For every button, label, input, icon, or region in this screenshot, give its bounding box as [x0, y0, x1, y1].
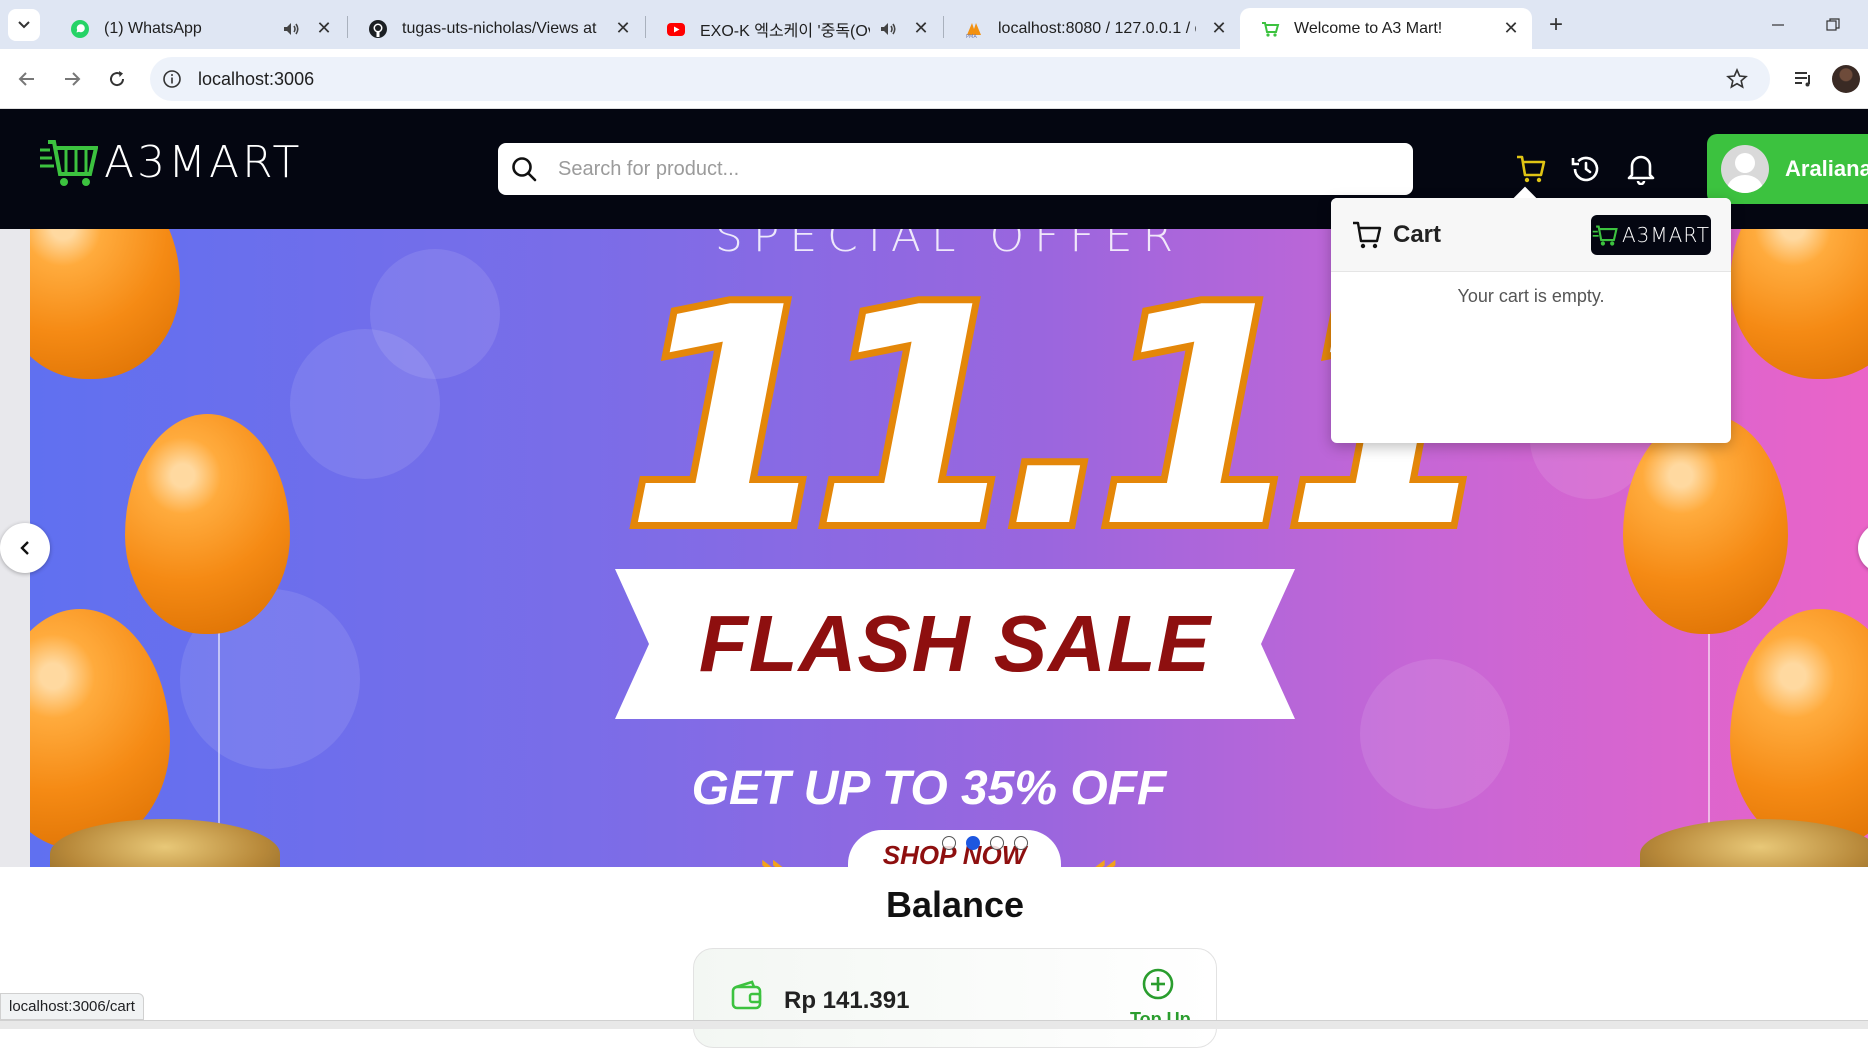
speaker-icon[interactable]: [281, 19, 301, 39]
info-icon[interactable]: [162, 69, 182, 89]
minimize-icon: [1772, 24, 1784, 26]
user-avatar-icon: [1721, 145, 1769, 193]
browser-tab-bar: (1) WhatsApp ✕ tugas-uts-nicholas/Views …: [0, 0, 1868, 49]
balloon-decoration: [1623, 414, 1788, 634]
history-button[interactable]: [1569, 152, 1603, 186]
search-bar: [498, 143, 1413, 195]
banner-headline: FLASH SALE: [698, 599, 1212, 688]
carousel-prev-button[interactable]: [0, 523, 50, 573]
tab-title: localhost:8080 / 127.0.0.1 / dev: [998, 19, 1196, 37]
history-icon: [1571, 156, 1599, 182]
cart-empty-message: Your cart is empty.: [1457, 286, 1605, 306]
user-name: Araliana: [1785, 156, 1868, 181]
url-box[interactable]: localhost:3006: [150, 57, 1770, 101]
tab-title: tugas-uts-nicholas/Views at ara: [402, 19, 600, 37]
carousel-indicators: [942, 836, 1028, 850]
status-bar-url: localhost:3006/cart: [0, 993, 144, 1020]
chevrons-left-icon: «: [1090, 841, 1119, 867]
chevron-left-icon: [20, 541, 29, 555]
cart-title: Cart: [1393, 220, 1442, 248]
cart-logo-text: A3MART: [1621, 223, 1710, 247]
tab-title: (1) WhatsApp: [104, 19, 202, 37]
balance-amount: Rp 141.391: [784, 987, 910, 1014]
balance-heading: Balance: [885, 884, 1025, 925]
wallet-icon: [731, 980, 762, 1010]
close-tab-icon[interactable]: ✕: [612, 18, 634, 39]
bottom-edge: [0, 1020, 1868, 1029]
close-tab-icon[interactable]: ✕: [1208, 18, 1230, 39]
playlist-icon: [1795, 72, 1810, 87]
restore-icon: [1826, 18, 1840, 31]
back-button[interactable]: [11, 63, 43, 95]
user-menu-button[interactable]: Araliana: [1707, 134, 1868, 204]
bell-icon: [1627, 155, 1655, 185]
reload-icon: [110, 71, 125, 87]
forward-button[interactable]: [56, 63, 88, 95]
url-text[interactable]: localhost:3006: [198, 69, 314, 90]
cart-logo-icon: [40, 140, 98, 186]
restore-button[interactable]: [1813, 10, 1853, 40]
profile-avatar: [1832, 65, 1860, 93]
carousel-dot[interactable]: [942, 836, 956, 850]
cart-icon: [1517, 155, 1546, 183]
tab-title: EXO-K 엑소케이 '중독(Over: [700, 22, 870, 40]
whatsapp-icon: [71, 19, 89, 38]
phpmyadmin-icon: PMA: [966, 22, 981, 39]
media-controls-button[interactable]: [1787, 63, 1819, 95]
carousel-dot[interactable]: [1014, 836, 1028, 850]
close-tab-icon[interactable]: ✕: [1500, 18, 1522, 39]
tab-whatsapp[interactable]: (1) WhatsApp ✕: [50, 8, 345, 49]
balance-card: Rp 141.391 Top Up: [693, 948, 1217, 1048]
minimize-button[interactable]: [1758, 10, 1798, 40]
carousel-dot[interactable]: [990, 836, 1004, 850]
banner-ribbon: FLASH SALE: [615, 569, 1295, 719]
balloon-decoration: [125, 414, 290, 634]
arrow-left-icon: [18, 72, 34, 86]
site-logo[interactable]: A3MART: [40, 136, 302, 188]
cart-brand-logo: A3MART: [1591, 215, 1711, 255]
a3mart-icon: [1262, 21, 1280, 37]
github-icon: [369, 19, 387, 38]
chevron-down-icon: [18, 21, 30, 29]
carousel-dot-active[interactable]: [966, 836, 980, 850]
cart-dropdown: Cart A3MART Your cart is empty.: [1331, 198, 1731, 443]
tab-search-button[interactable]: [8, 9, 40, 41]
youtube-icon: [667, 22, 685, 36]
new-tab-button[interactable]: +: [1540, 9, 1572, 41]
speaker-icon[interactable]: [878, 19, 898, 39]
tab-a3mart[interactable]: Welcome to A3 Mart! ✕: [1240, 8, 1532, 49]
banner-date: 11.11: [618, 244, 1501, 593]
tab-title: Welcome to A3 Mart!: [1294, 19, 1443, 37]
tab-github[interactable]: tugas-uts-nicholas/Views at ara ✕: [348, 8, 644, 49]
bookmark-star-icon[interactable]: [1726, 68, 1748, 90]
ribbon-bow-decoration: [1640, 819, 1868, 867]
cart-logo-icon: [1592, 225, 1618, 246]
arrow-right-icon: [65, 72, 81, 86]
search-icon[interactable]: [510, 155, 538, 183]
profile-button[interactable]: [1830, 63, 1862, 95]
tab-phpmyadmin[interactable]: PMA localhost:8080 / 127.0.0.1 / dev ✕: [944, 8, 1240, 49]
reload-button[interactable]: [101, 63, 133, 95]
address-bar-row: localhost:3006: [0, 49, 1868, 109]
close-tab-icon[interactable]: ✕: [910, 18, 932, 39]
cart-icon: [1353, 221, 1382, 248]
close-tab-icon[interactable]: ✕: [313, 18, 335, 39]
search-input[interactable]: [558, 157, 1378, 181]
bokeh-decoration: [370, 249, 500, 379]
notifications-button[interactable]: [1624, 152, 1658, 186]
plus-icon: +: [1548, 11, 1563, 38]
banner-subline: GET UP TO 35% OFF: [691, 762, 1167, 815]
logo-text: A3MART: [104, 136, 303, 188]
svg-text:PMA: PMA: [966, 34, 977, 39]
plus-circle-icon[interactable]: [1141, 967, 1175, 1001]
chevrons-right-icon: »: [758, 841, 787, 867]
tab-youtube[interactable]: EXO-K 엑소케이 '중독(Over ✕: [646, 8, 942, 49]
cart-button[interactable]: [1514, 152, 1548, 186]
cart-dropdown-header: Cart A3MART: [1331, 198, 1731, 272]
